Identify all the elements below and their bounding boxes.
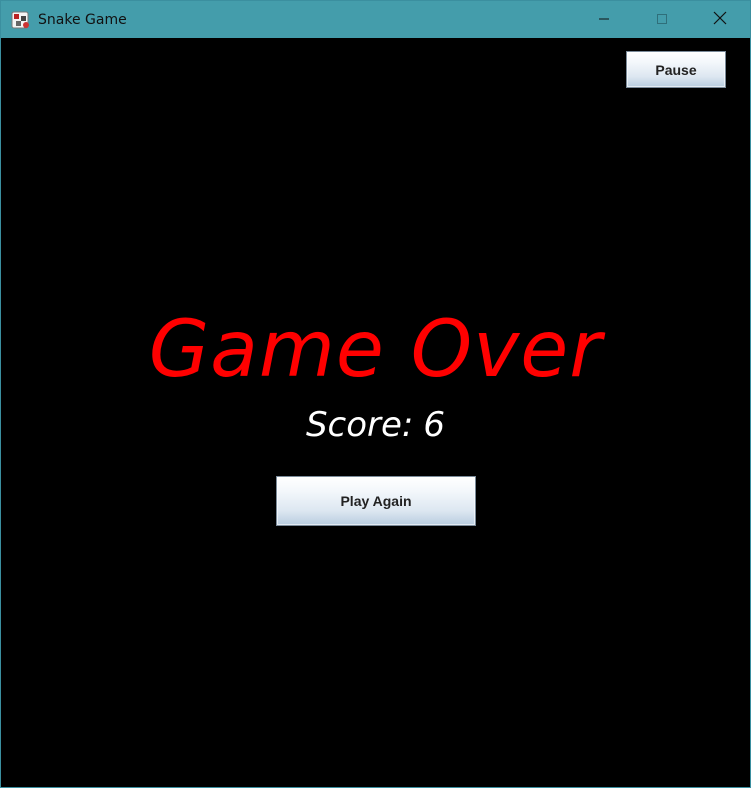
score-display: Score: 6	[1, 401, 750, 449]
snake-app-icon	[11, 10, 31, 30]
app-window: Snake Game Pause Game Over Score: 6 Play…	[0, 0, 751, 788]
close-icon	[713, 10, 727, 29]
close-button[interactable]	[697, 1, 743, 38]
minimize-icon	[598, 10, 610, 29]
game-over-text: Game Over	[148, 305, 603, 395]
window-title: Snake Game	[38, 12, 127, 28]
minimize-button[interactable]	[581, 1, 627, 38]
play-again-button[interactable]: Play Again	[276, 476, 476, 526]
game-canvas[interactable]: Pause Game Over Score: 6 Play Again	[1, 38, 750, 787]
maximize-icon	[656, 10, 668, 29]
title-bar[interactable]: Snake Game	[1, 1, 750, 38]
pause-button[interactable]: Pause	[626, 51, 726, 88]
score-value: 6	[423, 405, 446, 445]
score-label: Score:	[305, 405, 414, 445]
maximize-button[interactable]	[639, 1, 685, 38]
